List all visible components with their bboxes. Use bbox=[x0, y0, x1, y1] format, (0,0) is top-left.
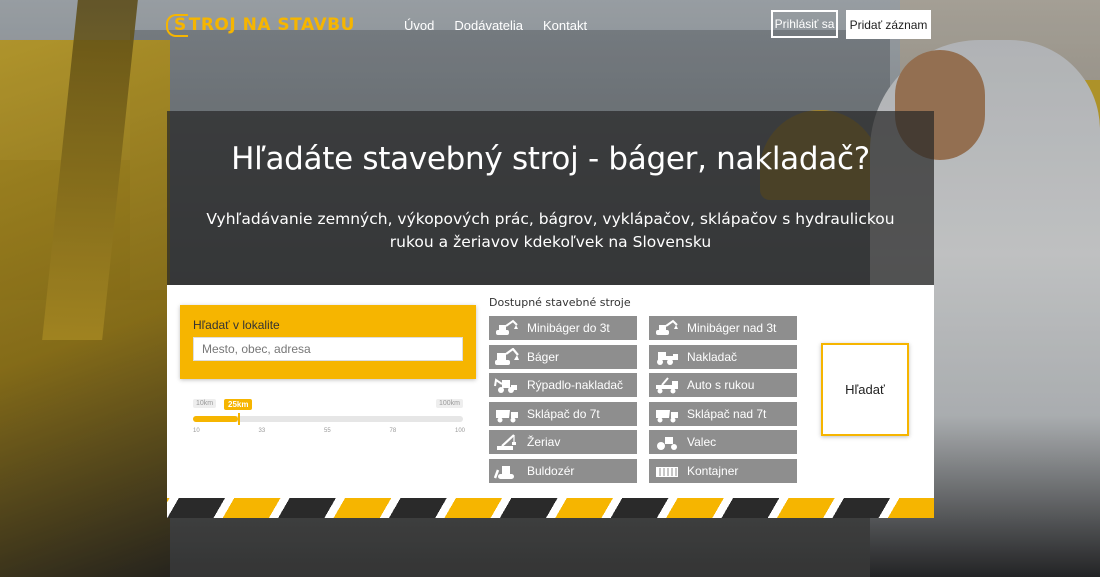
machine-type-button[interactable]: Minibáger nad 3t bbox=[649, 316, 797, 340]
radius-tick-label: 100 bbox=[455, 428, 466, 434]
nav-item-dodavatelia[interactable]: Dodávatelia bbox=[454, 18, 523, 33]
machine-type-label: Sklápač nad 7t bbox=[687, 406, 767, 421]
add-listing-button[interactable]: Pridať záznam bbox=[846, 10, 931, 39]
hero-subtitle: Vyhľadávanie zemných, výkopových prác, b… bbox=[206, 210, 895, 251]
radius-min-label: 10km bbox=[193, 399, 217, 408]
machine-type-label: Sklápač do 7t bbox=[527, 406, 600, 421]
location-box: Hľadať v lokalite bbox=[180, 305, 476, 379]
available-machines-title: Dostupné stavebné stroje bbox=[489, 296, 631, 309]
logo-text: TROJ NA STAVBU bbox=[188, 15, 355, 35]
machine-type-button[interactable]: Buldozér bbox=[489, 458, 637, 483]
mini-excavator-icon bbox=[492, 318, 522, 338]
machine-type-button[interactable]: Báger bbox=[489, 344, 637, 369]
machine-type-button[interactable]: Auto s rukou bbox=[649, 373, 797, 397]
radius-tick-label: 10 bbox=[193, 428, 200, 434]
hero-banner: Hľadáte stavebný stroj - báger, nakladač… bbox=[167, 111, 934, 285]
dump-truck-icon bbox=[492, 404, 522, 424]
radius-current-label: 25km bbox=[224, 399, 253, 410]
machine-type-label: Buldozér bbox=[527, 463, 575, 478]
radius-track[interactable] bbox=[193, 413, 463, 425]
main-nav: Úvod Dodávatelia Kontakt bbox=[404, 18, 587, 33]
dump-truck-icon bbox=[652, 404, 682, 424]
machine-type-button[interactable]: Minibáger do 3t bbox=[489, 316, 637, 340]
machine-type-button[interactable]: Rýpadlo-nakladač bbox=[489, 373, 637, 397]
crane-icon bbox=[492, 432, 522, 452]
radius-handle[interactable] bbox=[238, 413, 240, 425]
bulldozer-icon bbox=[492, 461, 522, 481]
hazard-stripes bbox=[167, 498, 934, 518]
search-panel: Hľadať v lokalite 10km 100km 25km 10 33 55… bbox=[167, 285, 934, 518]
location-input[interactable] bbox=[193, 337, 463, 361]
machine-type-button[interactable]: Valec bbox=[649, 430, 797, 454]
search-button[interactable]: Hľadať bbox=[821, 343, 909, 436]
logo-bracket-icon: S bbox=[166, 13, 188, 37]
machine-type-label: Báger bbox=[527, 349, 560, 364]
login-button[interactable]: Prihlásiť sa bbox=[771, 10, 838, 38]
machine-type-label: Minibáger do 3t bbox=[527, 321, 610, 335]
loader-icon bbox=[652, 347, 682, 367]
crane-truck-icon bbox=[652, 375, 682, 395]
mini-excavator-icon bbox=[652, 318, 682, 338]
machine-type-label: Žeriav bbox=[527, 435, 561, 449]
machine-type-label: Rýpadlo-nakladač bbox=[527, 378, 624, 392]
radius-tick-label: 33 bbox=[258, 428, 266, 434]
machine-type-label: Nakladač bbox=[687, 349, 738, 364]
machine-type-list: Minibáger do 3t Minibáger nad 3t Báger Nakl… bbox=[489, 316, 797, 483]
machine-type-label: Minibáger nad 3t bbox=[687, 321, 777, 335]
machine-type-button[interactable]: Kontajner bbox=[649, 458, 797, 483]
site-logo[interactable]: S TROJ NA STAVBU bbox=[166, 12, 355, 38]
machine-type-button[interactable]: Žeriav bbox=[489, 430, 637, 454]
backhoe-loader-icon bbox=[492, 375, 522, 395]
machine-type-label: Auto s rukou bbox=[687, 378, 755, 392]
container-icon bbox=[652, 461, 682, 481]
roller-icon bbox=[652, 432, 682, 452]
radius-tick-label: 78 bbox=[389, 428, 397, 434]
location-label: Hľadať v lokalite bbox=[193, 318, 280, 332]
nav-item-uvod[interactable]: Úvod bbox=[404, 18, 434, 33]
machine-type-button[interactable]: Sklápač do 7t bbox=[489, 401, 637, 426]
radius-max-label: 100km bbox=[435, 399, 463, 408]
radius-fill bbox=[193, 416, 238, 422]
excavator-icon bbox=[492, 347, 522, 367]
machine-type-label: Valec bbox=[687, 435, 717, 449]
nav-item-kontakt[interactable]: Kontakt bbox=[543, 18, 587, 33]
radius-tick-label: 55 bbox=[324, 428, 331, 434]
machine-type-button[interactable]: Nakladač bbox=[649, 344, 797, 369]
radius-ticks: 10 33 55 78 100 bbox=[193, 428, 466, 440]
machine-type-button[interactable]: Sklápač nad 7t bbox=[649, 401, 797, 426]
radius-slider[interactable]: 10km 100km 25km 10 33 55 78 100 bbox=[193, 397, 466, 445]
hero-title: Hľadáte stavebný stroj - báger, nakladač… bbox=[231, 141, 870, 177]
machine-type-label: Kontajner bbox=[687, 463, 739, 478]
